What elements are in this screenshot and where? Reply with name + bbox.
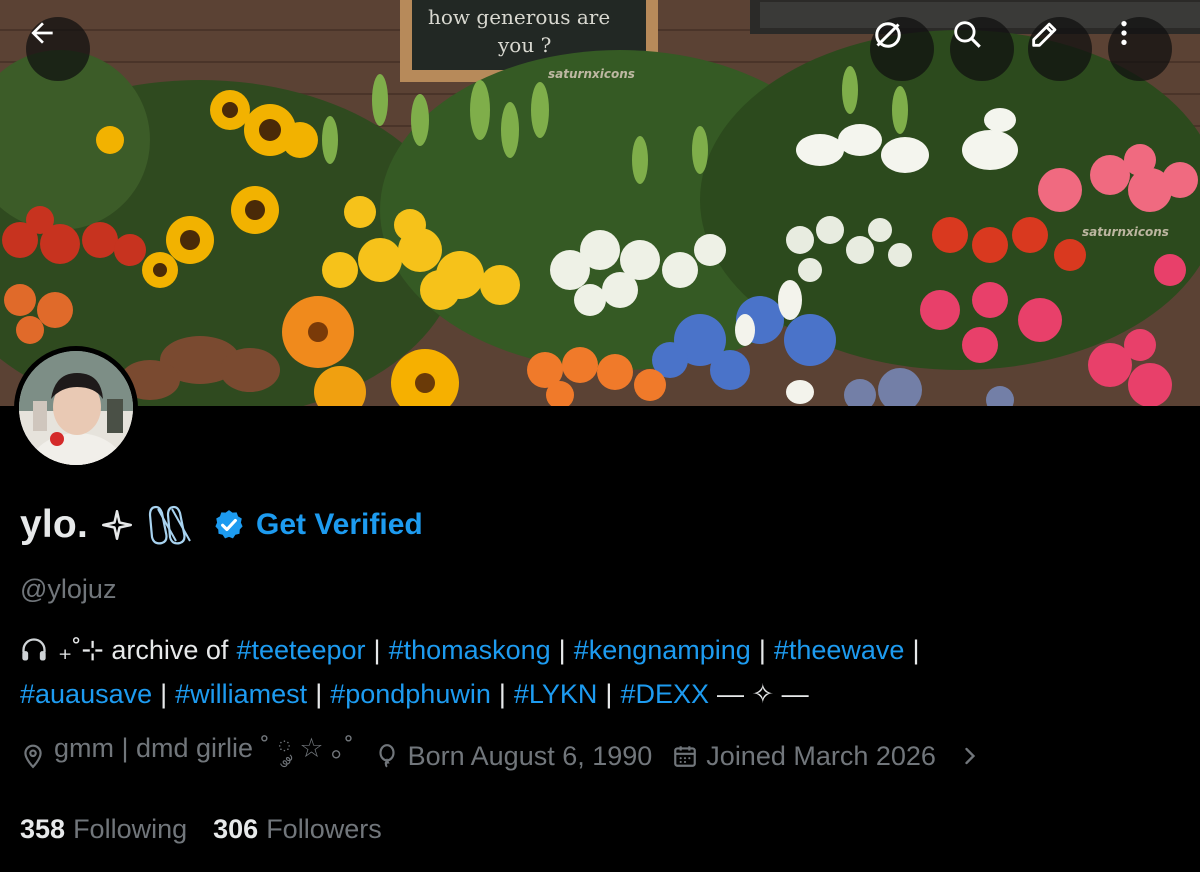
- ballet-shoes-icon: [146, 503, 198, 547]
- flower-shop-banner-image: how generous are you ? saturnxicons satu…: [0, 0, 1200, 406]
- bio-line-2: #auausave | #williamest | #pondphuwin | …: [20, 672, 1180, 716]
- bio-separator: |: [758, 635, 766, 665]
- location-text: gmm | dmd girlie ˚ ༘ ☆ ｡˚: [54, 733, 354, 763]
- more-options-button[interactable]: [1108, 17, 1172, 81]
- follow-counts: 358 Following 306 Followers: [20, 814, 408, 845]
- bio-prefix: ₊˚⊹ archive of: [58, 635, 229, 665]
- search-button[interactable]: [950, 17, 1014, 81]
- bio-separator: |: [373, 635, 381, 665]
- sparkle-icon: [101, 510, 132, 540]
- hashtag-link[interactable]: #theewave: [774, 628, 905, 672]
- banner-watermark-top: saturnxicons: [548, 67, 635, 81]
- search-icon: [954, 21, 981, 48]
- profile-meta: gmm | dmd girlie ˚ ༘ ☆ ｡˚ Born August 6,…: [20, 733, 980, 778]
- joined-item: Joined March 2026: [672, 741, 936, 772]
- display-name: ylo.: [20, 503, 88, 546]
- bio-separator: |: [315, 679, 323, 709]
- bio-line-1: ₊˚⊹ archive of #teeteepor | #thomaskong …: [20, 628, 1180, 672]
- calendar-icon: [674, 746, 697, 767]
- bio-separator: |: [605, 679, 613, 709]
- hashtag-link[interactable]: #williamest: [175, 672, 307, 716]
- back-button[interactable]: [26, 17, 90, 81]
- bio-suffix: — ✧ —: [716, 679, 809, 709]
- avatar-person-image: [19, 351, 133, 465]
- hashtag-link[interactable]: #DEXX: [620, 672, 709, 716]
- avatar-photo: [19, 351, 133, 465]
- edit-profile-button[interactable]: [1028, 17, 1092, 81]
- following-count[interactable]: 358: [20, 814, 65, 845]
- followers-label[interactable]: Followers: [266, 814, 382, 845]
- following-label[interactable]: Following: [73, 814, 187, 845]
- more-vertical-icon: [1121, 21, 1127, 45]
- profile-banner[interactable]: how generous are you ? saturnxicons satu…: [0, 0, 1200, 406]
- hashtag-link[interactable]: #LYKN: [514, 672, 598, 716]
- verified-badge-icon[interactable]: [212, 508, 246, 542]
- bio-separator: |: [498, 679, 506, 709]
- mute-visibility-button[interactable]: [870, 17, 934, 81]
- hashtag-link[interactable]: #kengnamping: [574, 628, 751, 672]
- bio-separator: |: [160, 679, 168, 709]
- arrow-left-icon: [31, 22, 53, 44]
- profile-handle: @ylojuz: [20, 574, 117, 604]
- balloon-icon: [379, 744, 395, 768]
- profile-name-row: ylo. Get Verified: [20, 500, 423, 550]
- joined-text: Joined March 2026: [706, 740, 936, 771]
- no-eye-icon: [875, 22, 901, 48]
- hashtag-link[interactable]: #teeteepor: [236, 628, 365, 672]
- hashtag-link[interactable]: #thomaskong: [389, 628, 551, 672]
- chalkboard-line-1: how generous are: [428, 5, 610, 29]
- headphones-icon: [20, 636, 48, 664]
- profile-bio: ₊˚⊹ archive of #teeteepor | #thomaskong …: [20, 628, 1180, 716]
- banner-watermark-right: saturnxicons: [1082, 225, 1169, 239]
- location-item: gmm | dmd girlie ˚ ༘ ☆ ｡˚: [20, 718, 354, 794]
- bio-separator: |: [912, 635, 920, 665]
- get-verified-link[interactable]: Get Verified: [256, 508, 423, 542]
- hashtag-link[interactable]: #pondphuwin: [330, 672, 491, 716]
- followers-count[interactable]: 306: [213, 814, 258, 845]
- chalkboard-line-2: you ?: [497, 33, 551, 57]
- edit-icon: [1032, 22, 1057, 47]
- location-pin-icon: [24, 744, 42, 769]
- hashtag-link[interactable]: #auausave: [20, 672, 152, 716]
- profile-avatar[interactable]: [14, 346, 138, 470]
- bio-separator: |: [558, 635, 566, 665]
- chevron-right-icon[interactable]: [960, 742, 980, 770]
- birthday-item: Born August 6, 1990: [374, 740, 653, 772]
- birthday-text: Born August 6, 1990: [407, 740, 653, 771]
